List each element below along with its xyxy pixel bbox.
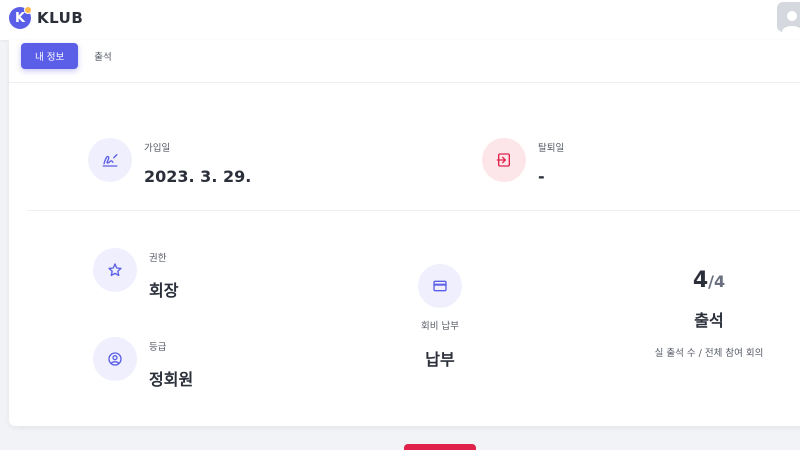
credit-card-icon [433, 280, 447, 292]
tab-attendance[interactable]: 출석 [80, 43, 125, 69]
logout-icon [496, 153, 510, 167]
role-block: 권한 회장 [93, 248, 178, 301]
tab-bar: 내 정보 출석 [21, 43, 126, 69]
bottom-action-button[interactable] [404, 444, 476, 450]
logo-mark: K [9, 6, 32, 29]
role-icon-wrap [93, 248, 137, 292]
user-circle-icon [108, 352, 122, 366]
role-value: 회장 [149, 281, 179, 300]
attendance-summary: 4/4 출석 실 출석 수 / 전체 참여 회의 [629, 268, 789, 359]
fee-icon-wrap [418, 264, 462, 308]
section-divider [27, 210, 800, 211]
profile-avatar-button[interactable] [777, 2, 800, 32]
member-info-card: 내 정보 출석 가입일 2023. 3. 29. 탈퇴일 - 권한 회장 등급 … [9, 40, 800, 426]
leave-date-label: 탈퇴일 [538, 143, 565, 154]
signature-icon [102, 154, 118, 167]
star-icon [108, 263, 122, 277]
join-icon-wrap [88, 138, 132, 182]
fee-value: 납부 [425, 350, 455, 369]
leave-date-block: 탈퇴일 - [482, 138, 564, 186]
fee-label: 회비 납부 [421, 321, 459, 332]
join-date-value: 2023. 3. 29. [144, 167, 252, 186]
tab-my-info[interactable]: 내 정보 [21, 43, 79, 69]
attendance-count: 4/4 [629, 268, 789, 293]
join-date-block: 가입일 2023. 3. 29. [88, 138, 251, 186]
attended-count: 4 [692, 268, 709, 293]
role-label: 권한 [149, 253, 167, 264]
app-name: KLUB [37, 9, 84, 27]
grade-block: 등급 정회원 [93, 337, 193, 390]
grade-label: 등급 [149, 342, 167, 353]
top-bar: K KLUB [0, 0, 800, 40]
fee-block: 회비 납부 납부 [390, 264, 490, 370]
total-meetings: 4 [714, 272, 726, 291]
attendance-title: 출석 [694, 311, 724, 330]
tab-divider [9, 82, 800, 83]
join-date-label: 가입일 [144, 143, 171, 154]
app-logo[interactable]: K KLUB [9, 6, 84, 29]
user-icon [782, 11, 800, 32]
leave-date-value: - [538, 167, 545, 186]
leave-icon-wrap [482, 138, 526, 182]
grade-value: 정회원 [149, 370, 194, 389]
attendance-subtitle: 실 출석 수 / 전체 참여 회의 [654, 348, 764, 359]
grade-icon-wrap [93, 337, 137, 381]
